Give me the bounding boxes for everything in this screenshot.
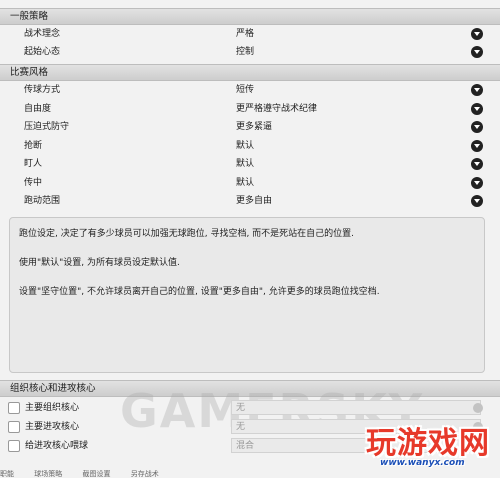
setting-row-creative-freedom[interactable]: 自由度 更严格遵守战术纪律: [0, 100, 500, 118]
description-text: 跑位设定, 决定了有多少球员可以加强无球跑位, 寻找空档, 而不是死站在自己的位…: [19, 229, 355, 239]
setting-row-tackling[interactable]: 抢断 默认: [0, 137, 500, 155]
checkbox[interactable]: [8, 421, 20, 433]
setting-value: 更多紧逼: [236, 122, 273, 132]
setting-value: 控制: [236, 47, 255, 57]
setting-label: 跑动范围: [24, 196, 61, 206]
checkbox-row-playmaker[interactable]: 主要组织核心 无: [0, 398, 500, 418]
bottom-tab[interactable]: 截图设置: [82, 470, 110, 478]
checkbox[interactable]: [8, 440, 20, 452]
setting-label: 压迫式防守: [24, 122, 70, 132]
chevron-down-icon[interactable]: [471, 158, 483, 170]
checkbox-label: 主要组织核心: [25, 403, 80, 413]
description-panel: 跑位设定, 决定了有多少球员可以加强无球跑位, 寻找空档, 而不是死站在自己的位…: [9, 217, 485, 373]
section-header-core-players: 组织核心和进攻核心: [0, 380, 500, 397]
setting-label: 自由度: [24, 103, 52, 114]
bottom-tab[interactable]: 另存战术: [131, 470, 159, 478]
bottom-tab[interactable]: 球场策略: [34, 470, 62, 478]
setting-label: 传中: [24, 177, 43, 188]
setting-row-crossing[interactable]: 传中 默认: [0, 174, 500, 192]
description-text: 使用"默认"设置, 为所有球员设定默认值.: [19, 258, 180, 268]
chevron-down-icon[interactable]: [471, 139, 483, 152]
setting-label: 抢断: [24, 140, 43, 151]
chevron-down-icon[interactable]: [471, 46, 483, 58]
chevron-down-icon[interactable]: [471, 176, 483, 189]
setting-row-roaming[interactable]: 跑动范围 更多自由: [0, 192, 500, 210]
site-logo: 玩游戏网 www.wanyx.com: [358, 418, 500, 478]
checkbox[interactable]: [8, 402, 20, 414]
chevron-down-icon[interactable]: [473, 403, 483, 413]
setting-value: 默认: [236, 140, 255, 151]
setting-label: 起始心态: [24, 47, 61, 57]
bottom-tab-strip: 职能 球场策略 截图设置 另存战术: [0, 470, 360, 478]
setting-label: 传球方式: [24, 85, 61, 95]
setting-label: 盯人: [24, 159, 43, 169]
logo-title: 玩游戏网: [366, 426, 490, 461]
section-header-general: 一般策略: [0, 8, 500, 25]
setting-value: 严格: [236, 29, 255, 39]
setting-row-passing-style[interactable]: 传球方式 短传: [0, 81, 500, 99]
setting-row-marking[interactable]: 盯人 默认: [0, 155, 500, 173]
chevron-down-icon[interactable]: [471, 84, 483, 96]
setting-value: 默认: [236, 177, 255, 188]
chevron-down-icon[interactable]: [471, 28, 483, 40]
setting-value: 更多自由: [236, 196, 273, 206]
setting-label: 战术理念: [24, 29, 61, 39]
setting-row-starting-mentality[interactable]: 起始心态 控制: [0, 43, 500, 61]
setting-value: 更严格遵守战术纪律: [236, 103, 318, 114]
bottom-tab[interactable]: 职能: [0, 470, 14, 478]
chevron-down-icon[interactable]: [471, 195, 483, 207]
checkbox-label: 主要进攻核心: [25, 422, 80, 432]
select-field[interactable]: 无: [231, 400, 481, 415]
description-text: 设置"坚守位置", 不允许球员离开自己的位置, 设置"更多自由", 允许更多的球…: [19, 287, 380, 297]
setting-row-tactical-philosophy[interactable]: 战术理念 严格: [0, 25, 500, 43]
setting-value: 短传: [236, 85, 255, 95]
setting-value: 默认: [236, 159, 255, 169]
chevron-down-icon[interactable]: [471, 121, 483, 133]
logo-url: www.wanyx.com: [380, 458, 465, 468]
section-header-match-style: 比赛风格: [0, 64, 500, 81]
checkbox-label: 给进攻核心喂球: [25, 441, 89, 451]
setting-row-pressing[interactable]: 压迫式防守 更多紧逼: [0, 118, 500, 136]
chevron-down-icon[interactable]: [471, 102, 483, 115]
